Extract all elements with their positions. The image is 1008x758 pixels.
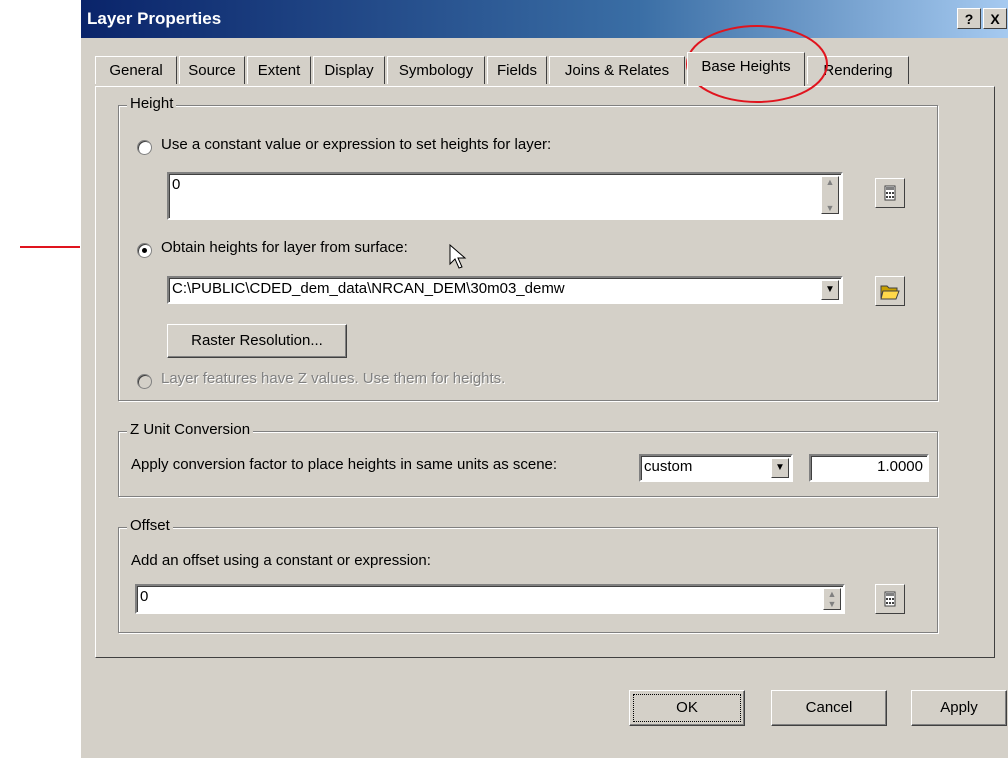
base-heights-panel: Height Use a constant value or expressio… bbox=[95, 86, 995, 658]
tab-general[interactable]: General bbox=[95, 56, 177, 84]
offset-calculator-button[interactable] bbox=[875, 584, 905, 614]
calculator-button[interactable] bbox=[875, 178, 905, 208]
tab-fields[interactable]: Fields bbox=[487, 56, 547, 84]
constant-label: Use a constant value or expression to se… bbox=[161, 136, 552, 153]
z-unit-label: Apply conversion factor to place heights… bbox=[131, 456, 558, 473]
chevron-down-icon[interactable]: ▼ bbox=[771, 458, 789, 478]
close-button[interactable]: X bbox=[983, 8, 1007, 29]
offset-expression-field[interactable]: 0 ▲ ▼ bbox=[135, 584, 845, 614]
cancel-button[interactable]: Cancel bbox=[771, 690, 887, 726]
offset-scrollbar[interactable]: ▲ ▼ bbox=[823, 588, 841, 610]
surface-path-value: C:\PUBLIC\CDED_dem_data\NRCAN_DEM\30m03_… bbox=[172, 280, 565, 297]
height-legend: Height bbox=[127, 95, 177, 112]
z-unit-group: Z Unit Conversion Apply conversion facto… bbox=[118, 421, 938, 497]
unit-value: custom bbox=[644, 458, 693, 475]
tab-joins-relates[interactable]: Joins & Relates bbox=[549, 56, 685, 84]
offset-legend: Offset bbox=[127, 517, 173, 534]
calculator-icon bbox=[884, 591, 896, 607]
unit-select[interactable]: custom ▼ bbox=[639, 454, 793, 482]
offset-label: Add an offset using a constant or expres… bbox=[131, 552, 431, 569]
open-folder-icon bbox=[880, 285, 900, 300]
surface-path-select[interactable]: C:\PUBLIC\CDED_dem_data\NRCAN_DEM\30m03_… bbox=[167, 276, 843, 304]
constant-scrollbar[interactable]: ▲ ▼ bbox=[821, 176, 839, 214]
offset-group: Offset Add an offset using a constant or… bbox=[118, 517, 938, 633]
z-values-label: Layer features have Z values. Use them f… bbox=[161, 370, 506, 387]
conversion-factor-field[interactable]: 1.0000 bbox=[809, 454, 929, 482]
tab-extent[interactable]: Extent bbox=[247, 56, 311, 84]
constant-value: 0 bbox=[172, 176, 181, 193]
surface-label: Obtain heights for layer from surface: bbox=[161, 239, 408, 256]
tab-source[interactable]: Source bbox=[179, 56, 245, 84]
constant-expression-field[interactable]: 0 ▲ ▼ bbox=[167, 172, 843, 220]
constant-radio[interactable] bbox=[137, 140, 152, 155]
browse-folder-button[interactable] bbox=[875, 276, 905, 306]
surface-radio[interactable] bbox=[137, 243, 152, 258]
calculator-icon bbox=[884, 185, 896, 201]
chevron-down-icon[interactable]: ▼ bbox=[821, 280, 839, 300]
height-group: Height Use a constant value or expressio… bbox=[118, 95, 938, 401]
apply-button[interactable]: Apply bbox=[911, 690, 1007, 726]
title-bar: Layer Properties ? X bbox=[81, 0, 1008, 38]
dialog-title: Layer Properties bbox=[87, 9, 222, 28]
ok-button[interactable]: OK bbox=[629, 690, 745, 726]
z-unit-legend: Z Unit Conversion bbox=[127, 421, 254, 438]
help-button[interactable]: ? bbox=[957, 8, 981, 29]
raster-resolution-button[interactable]: Raster Resolution... bbox=[167, 324, 347, 358]
z-values-radio[interactable] bbox=[137, 374, 152, 389]
layer-properties-dialog: Layer Properties ? X General Source Exte… bbox=[80, 0, 1008, 758]
offset-value: 0 bbox=[140, 588, 149, 605]
factor-value: 1.0000 bbox=[877, 458, 923, 475]
tab-symbology[interactable]: Symbology bbox=[387, 56, 485, 84]
tab-base-heights[interactable]: Base Heights bbox=[687, 52, 805, 86]
tab-display[interactable]: Display bbox=[313, 56, 385, 84]
mouse-cursor-icon bbox=[449, 244, 467, 269]
